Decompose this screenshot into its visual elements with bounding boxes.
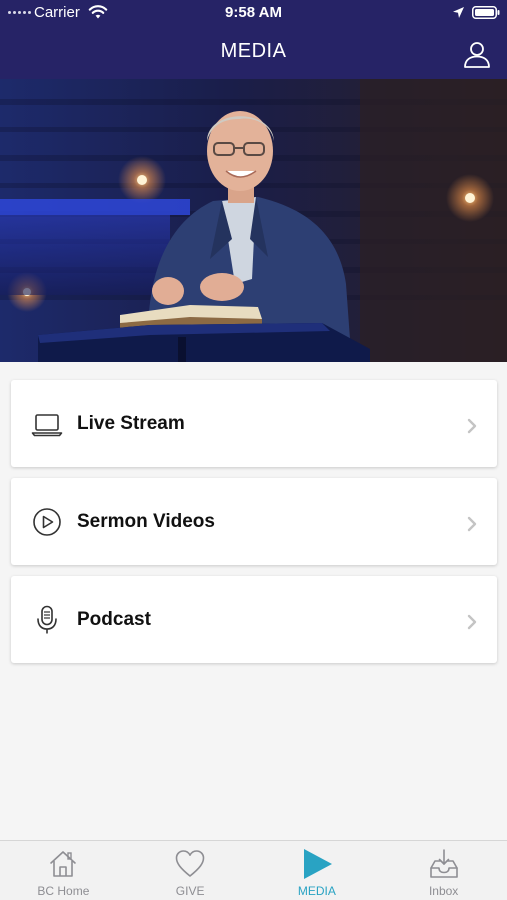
tab-media[interactable]: MEDIA bbox=[254, 841, 381, 900]
tab-label: GIVE bbox=[175, 884, 205, 898]
tab-label: MEDIA bbox=[297, 884, 336, 898]
home-icon bbox=[50, 851, 77, 877]
microphone-icon bbox=[37, 605, 57, 634]
status-bar: Carrier 9:58 AM bbox=[0, 0, 507, 26]
chevron-right-icon bbox=[467, 418, 477, 434]
play-icon bbox=[303, 849, 332, 879]
menu-item-label: Live Stream bbox=[77, 413, 185, 434]
chevron-right-icon bbox=[467, 516, 477, 532]
tab-bc-home[interactable]: BC Home bbox=[0, 841, 127, 900]
status-time: 9:58 AM bbox=[225, 4, 282, 21]
page-title: MEDIA bbox=[220, 40, 287, 62]
tab-inbox[interactable]: Inbox bbox=[380, 841, 507, 900]
tab-give[interactable]: GIVE bbox=[127, 841, 254, 900]
laptop-icon bbox=[31, 414, 63, 437]
profile-icon[interactable] bbox=[462, 40, 492, 70]
tab-bar: BC Home GIVE MEDIA Inbox bbox=[0, 840, 507, 900]
tab-label: Inbox bbox=[428, 884, 459, 898]
menu-item-podcast[interactable]: Podcast bbox=[11, 576, 497, 663]
play-circle-icon bbox=[33, 508, 61, 536]
inbox-icon bbox=[429, 849, 458, 878]
app-header: Carrier 9:58 AM MEDIA bbox=[0, 0, 507, 79]
menu-item-live-stream[interactable]: Live Stream bbox=[11, 380, 497, 467]
menu-item-sermon-videos[interactable]: Sermon Videos bbox=[11, 478, 497, 565]
chevron-right-icon bbox=[467, 614, 477, 630]
location-arrow-icon bbox=[453, 7, 464, 18]
tab-label: BC Home bbox=[37, 884, 90, 898]
menu-item-label: Podcast bbox=[77, 609, 151, 630]
hero-image bbox=[0, 79, 507, 362]
heart-icon bbox=[175, 850, 205, 877]
battery-icon bbox=[472, 6, 500, 19]
menu-item-label: Sermon Videos bbox=[77, 511, 215, 532]
